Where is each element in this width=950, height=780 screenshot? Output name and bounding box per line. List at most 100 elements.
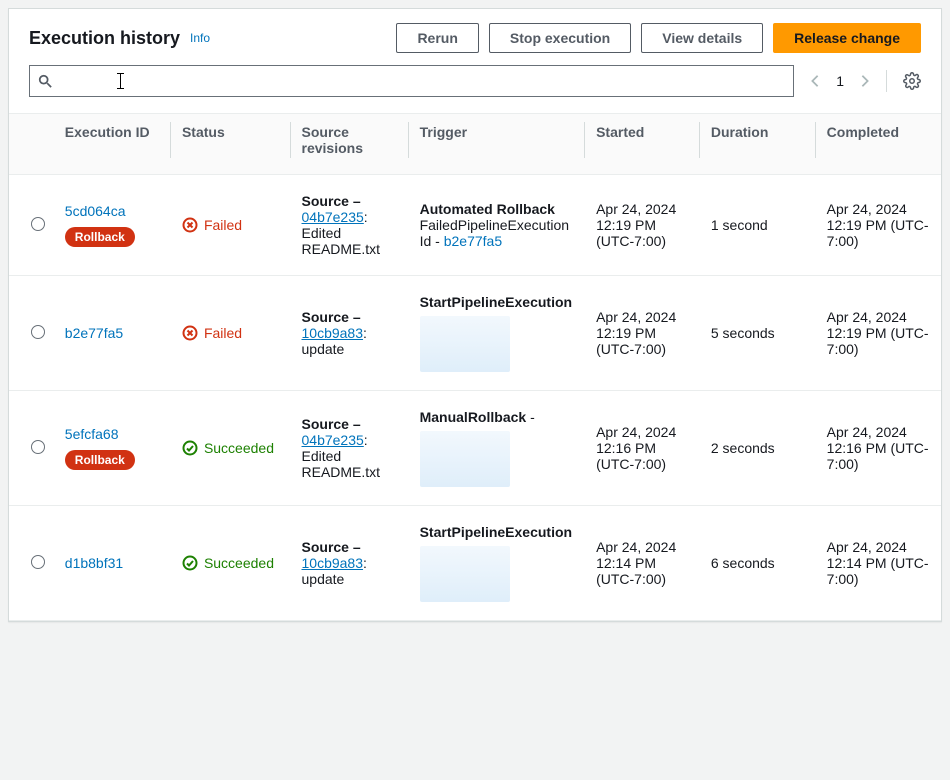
trigger-subtext: FailedPipelineExecutionId - b2e77fa5 bbox=[420, 217, 572, 249]
trigger-title: StartPipelineExecution bbox=[420, 524, 572, 540]
source-revision-link[interactable]: 04b7e235 bbox=[302, 432, 364, 448]
execution-id-cell: 5cd064ca Rollback bbox=[53, 175, 170, 276]
execution-id-link[interactable]: b2e77fa5 bbox=[65, 325, 123, 341]
source-revision-line: 10cb9a83: update bbox=[302, 555, 396, 587]
source-revision-line: 04b7e235: Edited README.txt bbox=[302, 209, 396, 257]
status-cell: Failed bbox=[170, 175, 290, 276]
source-revisions-cell: Source –04b7e235: Edited README.txt bbox=[290, 175, 408, 276]
search-box[interactable] bbox=[29, 65, 794, 97]
row-select-cell bbox=[9, 175, 53, 276]
col-source-revisions[interactable]: Source revisions bbox=[290, 114, 408, 175]
failed-icon bbox=[182, 217, 198, 233]
row-select-radio[interactable] bbox=[31, 217, 45, 231]
executions-table: Execution ID Status Source revisions Tri… bbox=[9, 113, 941, 621]
text-cursor bbox=[120, 73, 121, 89]
started-cell: Apr 24, 2024 12:19 PM (UTC-7:00) bbox=[584, 276, 699, 391]
info-link[interactable]: Info bbox=[190, 31, 210, 45]
started-cell: Apr 24, 2024 12:19 PM (UTC-7:00) bbox=[584, 175, 699, 276]
completed-cell: Apr 24, 2024 12:16 PM (UTC-7:00) bbox=[815, 391, 941, 506]
source-revision-link[interactable]: 10cb9a83 bbox=[302, 325, 364, 341]
settings-button[interactable] bbox=[903, 72, 921, 90]
row-select-radio[interactable] bbox=[31, 440, 45, 454]
execution-id-link[interactable]: d1b8bf31 bbox=[65, 555, 123, 571]
source-revision-link[interactable]: 04b7e235 bbox=[302, 209, 364, 225]
status-label: Failed bbox=[204, 325, 242, 341]
toolbar-divider bbox=[886, 70, 887, 92]
trigger-link[interactable]: b2e77fa5 bbox=[444, 233, 502, 249]
execution-id-cell: 5efcfa68 Rollback bbox=[53, 391, 170, 506]
rollback-badge: Rollback bbox=[65, 227, 135, 247]
duration-cell: 2 seconds bbox=[699, 391, 815, 506]
table-row: b2e77fa5 Failed Source –10cb9a83: update St… bbox=[9, 276, 941, 391]
table-row: 5cd064ca Rollback Failed Source –04b7e235: … bbox=[9, 175, 941, 276]
execution-id-link[interactable]: 5efcfa68 bbox=[65, 426, 119, 442]
trigger-cell: ManualRollback - bbox=[408, 391, 584, 506]
succeeded-icon bbox=[182, 440, 198, 456]
trigger-title: ManualRollback - bbox=[420, 409, 572, 425]
col-started[interactable]: Started bbox=[584, 114, 699, 175]
status-label: Succeeded bbox=[204, 440, 274, 456]
status-cell: Failed bbox=[170, 276, 290, 391]
started-cell: Apr 24, 2024 12:16 PM (UTC-7:00) bbox=[584, 391, 699, 506]
source-revision-line: 10cb9a83: update bbox=[302, 325, 396, 357]
status-indicator: Succeeded bbox=[182, 440, 278, 456]
status-indicator: Failed bbox=[182, 325, 278, 341]
source-label: Source – bbox=[302, 416, 396, 432]
row-select-radio[interactable] bbox=[31, 325, 45, 339]
completed-cell: Apr 24, 2024 12:19 PM (UTC-7:00) bbox=[815, 175, 941, 276]
gear-icon bbox=[903, 72, 921, 90]
pager-page-number: 1 bbox=[830, 73, 850, 89]
duration-cell: 5 seconds bbox=[699, 276, 815, 391]
rollback-badge: Rollback bbox=[65, 450, 135, 470]
status-label: Failed bbox=[204, 217, 242, 233]
failed-icon bbox=[182, 325, 198, 341]
source-revision-line: 04b7e235: Edited README.txt bbox=[302, 432, 396, 480]
stop-execution-button[interactable]: Stop execution bbox=[489, 23, 631, 53]
source-revision-link[interactable]: 10cb9a83 bbox=[302, 555, 364, 571]
row-select-cell bbox=[9, 276, 53, 391]
table-row: 5efcfa68 Rollback Succeeded Source –04b7e23… bbox=[9, 391, 941, 506]
search-input[interactable] bbox=[52, 72, 785, 90]
search-icon bbox=[38, 74, 52, 88]
pager-prev-icon[interactable] bbox=[810, 74, 820, 88]
col-duration[interactable]: Duration bbox=[699, 114, 815, 175]
source-label: Source – bbox=[302, 193, 396, 209]
status-indicator: Succeeded bbox=[182, 555, 278, 571]
trigger-cell: StartPipelineExecution bbox=[408, 506, 584, 621]
execution-id-cell: b2e77fa5 bbox=[53, 276, 170, 391]
row-select-cell bbox=[9, 506, 53, 621]
source-revisions-cell: Source –10cb9a83: update bbox=[290, 506, 408, 621]
status-cell: Succeeded bbox=[170, 391, 290, 506]
execution-id-link[interactable]: 5cd064ca bbox=[65, 203, 126, 219]
source-revisions-cell: Source –10cb9a83: update bbox=[290, 276, 408, 391]
view-details-button[interactable]: View details bbox=[641, 23, 763, 53]
source-label: Source – bbox=[302, 309, 396, 325]
redacted-block bbox=[420, 546, 510, 602]
table-row: d1b8bf31 Succeeded Source –10cb9a83: updat… bbox=[9, 506, 941, 621]
execution-id-cell: d1b8bf31 bbox=[53, 506, 170, 621]
col-execution-id[interactable]: Execution ID bbox=[53, 114, 170, 175]
page-title: Execution history bbox=[29, 28, 180, 49]
row-select-radio[interactable] bbox=[31, 555, 45, 569]
trigger-title: StartPipelineExecution bbox=[420, 294, 572, 310]
trigger-title: Automated Rollback bbox=[420, 201, 572, 217]
completed-cell: Apr 24, 2024 12:19 PM (UTC-7:00) bbox=[815, 276, 941, 391]
col-status[interactable]: Status bbox=[170, 114, 290, 175]
col-trigger[interactable]: Trigger bbox=[408, 114, 584, 175]
started-cell: Apr 24, 2024 12:14 PM (UTC-7:00) bbox=[584, 506, 699, 621]
col-completed[interactable]: Completed bbox=[815, 114, 941, 175]
rerun-button[interactable]: Rerun bbox=[396, 23, 478, 53]
header-buttons: Rerun Stop execution View details Releas… bbox=[396, 23, 921, 53]
duration-cell: 1 second bbox=[699, 175, 815, 276]
redacted-block bbox=[420, 431, 510, 487]
release-change-button[interactable]: Release change bbox=[773, 23, 921, 53]
duration-cell: 6 seconds bbox=[699, 506, 815, 621]
status-cell: Succeeded bbox=[170, 506, 290, 621]
completed-cell: Apr 24, 2024 12:14 PM (UTC-7:00) bbox=[815, 506, 941, 621]
trigger-cell: StartPipelineExecution bbox=[408, 276, 584, 391]
execution-history-panel: Execution history Info Rerun Stop execut… bbox=[8, 8, 942, 622]
succeeded-icon bbox=[182, 555, 198, 571]
pager-next-icon[interactable] bbox=[860, 74, 870, 88]
panel-header: Execution history Info Rerun Stop execut… bbox=[9, 9, 941, 65]
trigger-cell: Automated RollbackFailedPipelineExecutio… bbox=[408, 175, 584, 276]
